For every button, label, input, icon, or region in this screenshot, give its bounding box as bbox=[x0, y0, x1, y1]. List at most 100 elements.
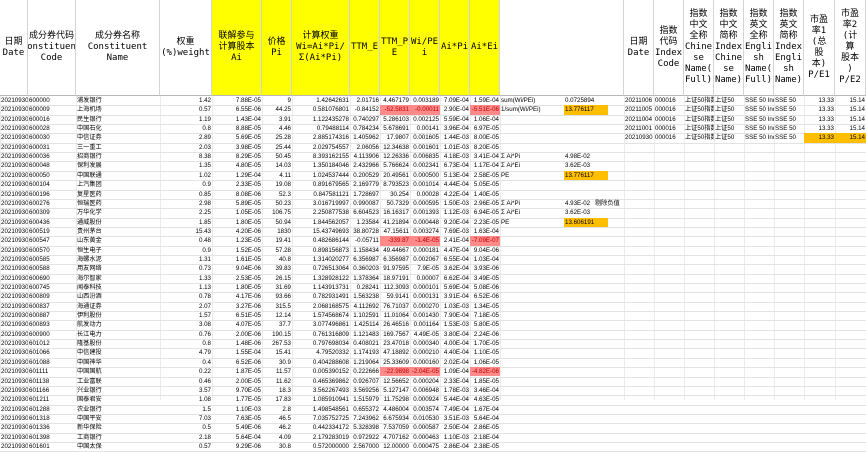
cell-pi[interactable]: 93.66 bbox=[262, 292, 292, 301]
index-cell-pe2[interactable]: 15.14 bbox=[835, 115, 866, 124]
cell-ttmpe[interactable]: 6.356987 bbox=[380, 255, 410, 264]
cell-wipe[interactable]: 0.001393 bbox=[410, 208, 440, 217]
cell-pi[interactable]: 2.8 bbox=[262, 405, 292, 414]
cell-ttme[interactable]: 0.222666 bbox=[350, 367, 380, 376]
cell-date[interactable]: 20210930 bbox=[0, 133, 28, 142]
cell-aiei[interactable]: 5.08E-06 bbox=[470, 283, 500, 292]
cell-pi[interactable]: 37.7 bbox=[262, 320, 292, 329]
index-cell-cabbr[interactable]: 上证50 bbox=[714, 105, 744, 114]
cell-wi[interactable]: 0.797698034 bbox=[292, 339, 350, 348]
cell-weight[interactable]: 0.78 bbox=[160, 292, 212, 301]
cell-aipi[interactable]: 1.44E-03 bbox=[440, 133, 470, 142]
cell-aiei[interactable]: 2.18E-04 bbox=[470, 433, 500, 442]
cell-wi[interactable]: 1.024537444 bbox=[292, 171, 350, 180]
cell-aiei[interactable]: -7.09E-07 bbox=[470, 236, 500, 246]
cell-aiei[interactable]: -4.82E-06 bbox=[470, 367, 500, 377]
cell-wi[interactable]: 0.891679565 bbox=[292, 180, 350, 189]
cell-wi[interactable]: 0.782931491 bbox=[292, 292, 350, 301]
index-cell-eabbr[interactable]: SSE 50 bbox=[774, 124, 804, 133]
cell-name[interactable]: 中国国航 bbox=[76, 367, 160, 376]
cell-name[interactable]: 招商银行 bbox=[76, 152, 160, 161]
cell-aipi[interactable]: 4.44E-04 bbox=[440, 180, 470, 189]
cell-weight[interactable]: 1.42 bbox=[160, 96, 212, 105]
index-cell-pe2[interactable]: 15.14 bbox=[835, 124, 866, 133]
cell-ai[interactable]: 1.05E-05 bbox=[212, 208, 262, 217]
cell-code[interactable]: 600028 bbox=[28, 124, 76, 133]
cell-weight[interactable]: 7.03 bbox=[160, 414, 212, 423]
cell-aipi[interactable]: 4.00E-04 bbox=[440, 339, 470, 348]
cell-aipi[interactable]: 2.41E-04 bbox=[440, 236, 470, 245]
cell-wi[interactable]: 1.844562057 bbox=[292, 218, 350, 227]
cell-ttmpe[interactable]: -339.87 bbox=[380, 236, 410, 246]
index-cell-date[interactable]: 20211006 bbox=[624, 96, 654, 105]
cell-wi[interactable]: 1.350184046 bbox=[292, 161, 350, 170]
cell-ai[interactable]: 1.10E-03 bbox=[212, 405, 262, 414]
cell-wipe[interactable]: 7.9E-05 bbox=[410, 264, 440, 273]
cell-aipi[interactable]: 3.80E-04 bbox=[440, 330, 470, 339]
cell-name[interactable]: 用友网络 bbox=[76, 264, 160, 273]
cell-wipe[interactable]: 0.000101 bbox=[410, 283, 440, 292]
cell-aiei[interactable]: 2.86E-05 bbox=[470, 423, 500, 432]
cell-name[interactable]: 海螺水泥 bbox=[76, 255, 160, 264]
cell-ttmpe[interactable]: 26.46516 bbox=[380, 320, 410, 329]
cell-weight[interactable]: 3.08 bbox=[160, 320, 212, 329]
cell-ttmpe[interactable]: 4.467179 bbox=[380, 96, 410, 105]
column-header-weight[interactable]: 权重 (%)weight bbox=[160, 0, 212, 96]
cell-name[interactable]: 海通证券 bbox=[76, 302, 160, 311]
cell-wi[interactable]: 0.761316809 bbox=[292, 330, 350, 339]
cell-weight[interactable]: 1.5 bbox=[160, 405, 212, 414]
cell-ttme[interactable]: 6.604523 bbox=[350, 208, 380, 217]
cell-code[interactable]: 600588 bbox=[28, 264, 76, 273]
cell-wipe[interactable]: 0.000340 bbox=[410, 339, 440, 348]
cell-weight[interactable]: 1.35 bbox=[160, 161, 212, 170]
cell-code[interactable]: 600900 bbox=[28, 330, 76, 339]
cell-ttme[interactable]: 2.06056 bbox=[350, 143, 380, 152]
column-header-wipe[interactable]: Wi/PE i bbox=[410, 0, 440, 96]
cell-code[interactable]: 600048 bbox=[28, 161, 76, 170]
cell-aipi[interactable]: 1.12E-03 bbox=[440, 208, 470, 217]
cell-wipe[interactable]: 0.000500 bbox=[410, 171, 440, 180]
cell-wipe[interactable]: 0.006835 bbox=[410, 152, 440, 161]
cell-wipe[interactable]: 0.00007 bbox=[410, 274, 440, 283]
index-cell-eabbr[interactable]: SSE 50 bbox=[774, 105, 804, 114]
cell-weight[interactable]: 0.9 bbox=[160, 246, 212, 255]
cell-ttme[interactable]: 1.158434 bbox=[350, 246, 380, 255]
cell-wi[interactable]: 1.574568674 bbox=[292, 311, 350, 320]
cell-wi[interactable]: 0.79488114 bbox=[292, 124, 350, 133]
index-cell-ename[interactable]: SSE 50 Ind bbox=[744, 96, 774, 105]
cell-ai[interactable]: 6.52E-06 bbox=[212, 358, 262, 367]
cell-name[interactable]: 农业银行 bbox=[76, 405, 160, 414]
cell-weight[interactable]: 1.85 bbox=[160, 218, 212, 227]
cell-wipe[interactable]: 0.002067 bbox=[410, 255, 440, 264]
cell-ttme[interactable]: 2.169779 bbox=[350, 180, 380, 189]
cell-ttmpe[interactable]: 49.44667 bbox=[380, 246, 410, 255]
cell-date[interactable]: 20210930 bbox=[0, 339, 28, 348]
cell-weight[interactable]: 2.07 bbox=[160, 302, 212, 311]
index-cell-ename[interactable]: SSE 50 Ind bbox=[744, 133, 774, 142]
cell-wipe[interactable]: 0.006948 bbox=[410, 386, 440, 395]
cell-aipi[interactable]: 7.49E-04 bbox=[440, 405, 470, 414]
cell-weight[interactable]: 0.22 bbox=[160, 367, 212, 376]
cell-aiei[interactable]: 5.05E-05 bbox=[470, 180, 500, 189]
cell-code[interactable]: 600009 bbox=[28, 105, 76, 114]
cell-date[interactable]: 20210930 bbox=[0, 264, 28, 273]
cell-date[interactable]: 20210930 bbox=[0, 246, 28, 255]
cell-ttme[interactable]: 0.408021 bbox=[350, 339, 380, 348]
cell-date[interactable]: 20210930 bbox=[0, 348, 28, 357]
cell-aipi[interactable]: 5.69E-04 bbox=[440, 283, 470, 292]
cell-weight[interactable]: 0.8 bbox=[160, 124, 212, 133]
note-value[interactable]: 13.776117 bbox=[564, 170, 608, 181]
cell-ttmpe[interactable]: 20.49561 bbox=[380, 171, 410, 180]
cell-ttmpe[interactable]: 17.9807 bbox=[380, 133, 410, 142]
cell-pi[interactable]: 39.83 bbox=[262, 264, 292, 273]
cell-aiei[interactable]: 1.70E-05 bbox=[470, 339, 500, 348]
cell-ttmpe[interactable]: 8.793523 bbox=[380, 180, 410, 189]
cell-date[interactable]: 20210930 bbox=[0, 255, 28, 264]
column-header-r_pe1[interactable]: 市盈 率1 (总 股 本) P/E1 bbox=[804, 0, 835, 96]
cell-wi[interactable]: 0.572000000 bbox=[292, 442, 350, 451]
index-cell-ename[interactable]: SSE 50 Ind bbox=[744, 115, 774, 124]
cell-aipi[interactable]: 6.62E-04 bbox=[440, 274, 470, 283]
index-cell-date[interactable]: 20210930 bbox=[624, 133, 654, 142]
cell-aiei[interactable]: 1.10E-05 bbox=[470, 348, 500, 357]
cell-aipi[interactable]: 5.13E-04 bbox=[440, 171, 470, 180]
